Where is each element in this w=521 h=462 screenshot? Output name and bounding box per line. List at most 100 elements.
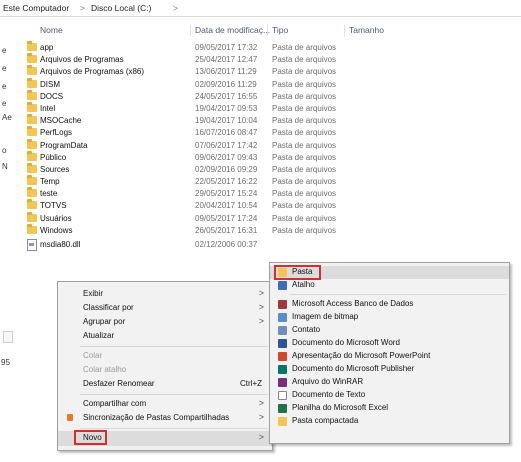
- file-row[interactable]: MSOCache 19/04/2017 10:04 Pasta de arquivo…: [26, 114, 396, 127]
- file-row[interactable]: ProgramData 07/06/2017 17:42 Pasta de arqu…: [26, 139, 396, 152]
- submenu-item-powerpoint[interactable]: Apresentação do Microsoft PowerPoint: [270, 350, 509, 363]
- menu-item-label: Classificar por: [83, 303, 134, 312]
- powerpoint-icon: [278, 352, 287, 361]
- submenu-item-label: Microsoft Access Banco de Dados: [292, 299, 414, 308]
- nav-fragment[interactable]: e: [2, 46, 6, 55]
- file-row[interactable]: DOCS 24/05/2017 16:55 Pasta de arquivos: [26, 90, 396, 103]
- file-date: 19/04/2017 10:04: [195, 116, 258, 125]
- file-row[interactable]: PerfLogs 16/07/2016 08:47 Pasta de arquivo…: [26, 126, 396, 139]
- menu-item-label: Exibir: [83, 289, 104, 298]
- breadcrumb: Este Computador > Disco Local (C:) >: [0, 0, 521, 17]
- menu-item-exibir[interactable]: Exibir >: [58, 287, 272, 301]
- file-row[interactable]: teste 29/05/2017 15:24 Pasta de arquivos: [26, 187, 396, 200]
- file-type: Pasta de arquivos: [272, 177, 337, 186]
- nav-fragment[interactable]: o: [2, 146, 6, 155]
- breadcrumb-this-pc[interactable]: Este Computador: [3, 3, 69, 13]
- file-date: 02/09/2016 09:29: [195, 165, 258, 174]
- file-type: Pasta de arquivos: [272, 80, 337, 89]
- nav-fragment[interactable]: N: [2, 162, 8, 171]
- file-name: Temp: [40, 177, 60, 186]
- file-row[interactable]: Sources 02/09/2016 09:29 Pasta de arquivos: [26, 163, 396, 176]
- submenu-item-word[interactable]: Documento do Microsoft Word: [270, 337, 509, 350]
- folder-icon: [27, 187, 37, 197]
- menu-item-shortcut: Ctrl+Z: [240, 379, 262, 388]
- file-name: DISM: [40, 80, 60, 89]
- menu-item-label: Agrupar por: [83, 317, 126, 326]
- file-row[interactable]: TOTVS 20/04/2017 10:54 Pasta de arquivos: [26, 199, 396, 212]
- submenu-item-publisher[interactable]: Documento do Microsoft Publisher: [270, 363, 509, 376]
- submenu-item-texto[interactable]: Documento de Texto: [270, 389, 509, 402]
- submenu-item-label: Documento do Microsoft Publisher: [292, 364, 415, 373]
- file-row[interactable]: msdia80.dll 02/12/2006 00:37: [26, 239, 396, 251]
- column-date[interactable]: Data de modificaç...: [195, 25, 270, 35]
- column-divider[interactable]: [344, 25, 345, 36]
- menu-item-novo[interactable]: Novo >: [58, 430, 272, 446]
- menu-item-desfazer-renomear[interactable]: Desfazer Renomear Ctrl+Z: [58, 377, 272, 391]
- nav-fragment[interactable]: e: [2, 64, 6, 73]
- submenu-item-excel[interactable]: Planilha do Microsoft Excel: [270, 402, 509, 415]
- column-divider[interactable]: [190, 25, 191, 36]
- file-name: msdia80.dll: [40, 240, 81, 249]
- file-date: 02/09/2016 11:29: [195, 80, 257, 89]
- column-size[interactable]: Tamanho: [349, 25, 384, 35]
- column-name[interactable]: Nome: [40, 25, 63, 35]
- submenu-item-label: Pasta: [292, 267, 313, 276]
- folder-icon: [27, 114, 37, 124]
- file-type: Pasta de arquivos: [272, 201, 337, 210]
- menu-item-colar-atalho[interactable]: Colar atalho: [58, 363, 272, 377]
- breadcrumb-local-disk[interactable]: Disco Local (C:): [91, 3, 151, 13]
- nav-fragment[interactable]: e: [2, 99, 6, 108]
- file-name: teste: [40, 189, 58, 198]
- submenu-item-label: Atalho: [292, 280, 315, 289]
- submenu-item-label: Arquivo do WinRAR: [292, 377, 364, 386]
- menu-item-label: Colar atalho: [83, 365, 127, 374]
- submenu-item-label: Pasta compactada: [292, 416, 359, 425]
- menu-item-colar[interactable]: Colar: [58, 349, 272, 363]
- nav-scroll-handle[interactable]: [3, 331, 13, 343]
- column-divider[interactable]: [267, 25, 268, 36]
- file-type: Pasta de arquivos: [272, 189, 337, 198]
- file-name: Sources: [40, 165, 70, 174]
- file-row[interactable]: Arquivos de Programas (x86) 13/06/2017 11…: [26, 65, 396, 78]
- file-name: Arquivos de Programas (x86): [40, 67, 145, 76]
- menu-item-classificar[interactable]: Classificar por >: [58, 301, 272, 315]
- file-row[interactable]: Público 09/06/2017 09:43 Pasta de arquivos: [26, 151, 396, 164]
- file-row[interactable]: Usuários 09/05/2017 17:24 Pasta de arquivo…: [26, 212, 396, 225]
- menu-item-sincronizacao[interactable]: Sincronização de Pastas Compartilhadas >: [58, 411, 272, 425]
- file-row[interactable]: Arquivos de Programas 25/04/2017 12:47 Pas…: [26, 53, 396, 66]
- submenu-item-label: Documento do Microsoft Word: [292, 338, 400, 347]
- file-row[interactable]: Windows 26/05/2017 16:31 Pasta de arquivos: [26, 224, 396, 237]
- submenu-item-bitmap[interactable]: Imagem de bitmap: [270, 311, 509, 324]
- breadcrumb-separator[interactable]: >: [173, 3, 178, 13]
- file-date: 09/05/2017 17:24: [195, 214, 258, 223]
- submenu-item-atalho[interactable]: Atalho: [270, 279, 509, 292]
- submenu-item-label: Documento de Texto: [292, 390, 366, 399]
- file-date: 29/05/2017 15:24: [195, 189, 258, 198]
- file-row[interactable]: app 09/05/2017 17:32 Pasta de arquivos: [26, 41, 396, 54]
- menu-item-atualizar[interactable]: Atualizar: [58, 329, 272, 343]
- submenu-item-contato[interactable]: Contato: [270, 324, 509, 337]
- file-date: 24/05/2017 16:55: [195, 92, 258, 101]
- submenu-item-pasta[interactable]: Pasta: [270, 265, 509, 280]
- submenu-item-access[interactable]: Microsoft Access Banco de Dados: [270, 298, 509, 311]
- menu-item-compartilhar[interactable]: Compartilhar com >: [58, 397, 272, 411]
- file-date: 22/05/2017 16:22: [195, 177, 258, 186]
- submenu-item-winrar[interactable]: Arquivo do WinRAR: [270, 376, 509, 389]
- column-type[interactable]: Tipo: [272, 25, 288, 35]
- file-name: Público: [40, 153, 67, 162]
- breadcrumb-separator[interactable]: >: [80, 3, 85, 13]
- nav-fragment[interactable]: Ae: [2, 113, 12, 122]
- file-name: TOTVS: [40, 201, 67, 210]
- file-name: ProgramData: [40, 141, 88, 150]
- file-name: MSOCache: [40, 116, 82, 125]
- submenu-item-compactada[interactable]: Pasta compactada: [270, 415, 509, 428]
- nav-fragment[interactable]: e: [2, 82, 6, 91]
- file-row[interactable]: DISM 02/09/2016 11:29 Pasta de arquivos: [26, 78, 396, 91]
- bitmap-icon: [278, 313, 287, 322]
- file-row[interactable]: Intel 19/04/2017 09:53 Pasta de arquivos: [26, 102, 396, 115]
- file-name: Usuários: [40, 214, 72, 223]
- menu-item-agrupar[interactable]: Agrupar por >: [58, 315, 272, 329]
- file-type: Pasta de arquivos: [272, 92, 337, 101]
- file-row[interactable]: Temp 22/05/2017 16:22 Pasta de arquivos: [26, 175, 396, 188]
- menu-item-label: Compartilhar com: [83, 399, 147, 408]
